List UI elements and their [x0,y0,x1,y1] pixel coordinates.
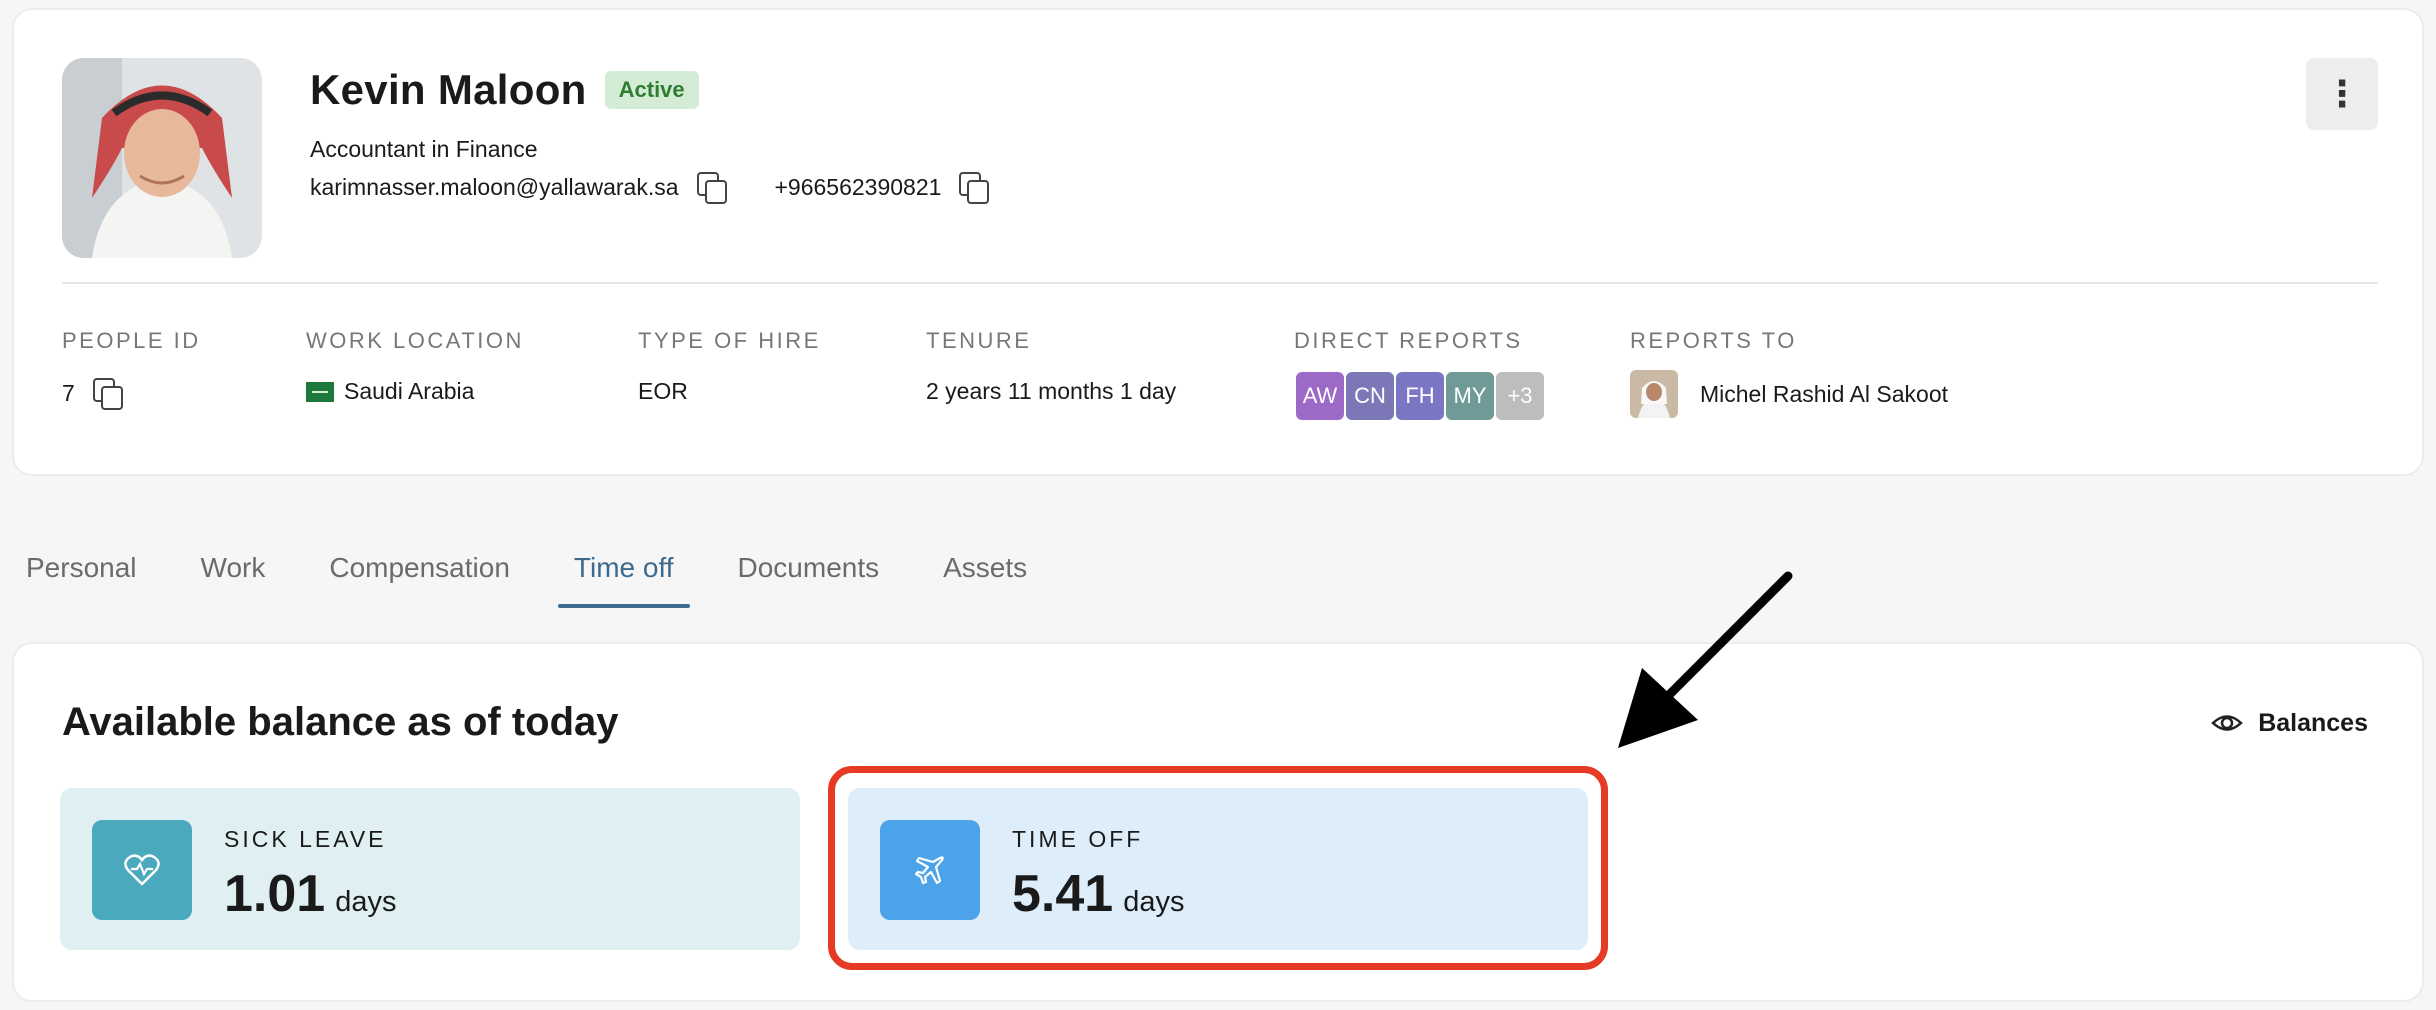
tab-documents[interactable]: Documents [738,548,880,608]
profile-photo [62,58,262,258]
sick-leave-unit: days [335,886,397,918]
direct-report-avatar[interactable]: AW [1294,370,1346,422]
highlight-box [828,766,1608,970]
profile-tabs: Personal Work Compensation Time off Document… [26,548,1091,608]
direct-report-avatar[interactable]: MY [1444,370,1496,422]
phone-text: +966562390821 [774,173,942,200]
copy-phone-icon[interactable] [959,172,990,204]
direct-reports-label: DIRECT REPORTS [1294,328,1523,353]
reports-to-field: REPORTS TO Michel Rashid Al Sakoot [1630,328,1948,418]
sick-leave-card[interactable]: SICK LEAVE 1.01 days [60,788,800,950]
copy-email-icon[interactable] [696,172,727,204]
tenure-value: 2 years 11 months 1 day [926,378,1177,404]
tenure-field: TENURE 2 years 11 months 1 day [926,328,1176,405]
direct-report-avatar[interactable]: CN [1344,370,1396,422]
direct-reports-field: DIRECT REPORTS AW CN FH MY +3 [1294,328,1546,422]
work-location-label: WORK LOCATION [306,328,524,353]
employee-profile-card: Kevin Maloon Active Accountant in Financ… [12,8,2424,476]
tab-time-off[interactable]: Time off [557,548,690,608]
balances-toggle-label: Balances [2258,708,2368,737]
status-badge: Active [604,71,699,109]
sick-leave-type: SICK LEAVE [224,826,387,852]
tenure-label: TENURE [926,328,1032,353]
divider [62,282,2378,284]
email-text: karimnasser.maloon@yallawarak.sa [310,173,679,200]
eye-icon [2211,715,2244,731]
people-id-value: 7 [62,379,75,406]
type-of-hire-value: EOR [638,378,688,404]
sick-leave-icon-box [92,820,192,920]
more-options-button[interactable]: ⋮ [2306,58,2378,130]
employee-name: Kevin Maloon [310,66,587,113]
direct-report-avatar[interactable]: +3 [1494,370,1546,422]
profile-photo-image [62,58,262,258]
work-location-value: Saudi Arabia [344,378,475,404]
balances-toggle-button[interactable]: Balances [2210,706,2368,740]
tab-work[interactable]: Work [201,548,266,608]
balance-title: Available balance as of today [62,700,619,744]
people-id-field: PEOPLE ID 7 [62,328,201,410]
manager-avatar[interactable] [1630,370,1678,418]
tab-personal[interactable]: Personal [26,548,137,608]
reports-to-name[interactable]: Michel Rashid Al Sakoot [1700,381,1948,408]
pointer-arrow [1618,571,1793,748]
people-id-label: PEOPLE ID [62,328,201,353]
type-of-hire-label: TYPE OF HIRE [638,328,821,353]
heart-pulse-icon [124,854,160,886]
tab-assets[interactable]: Assets [943,548,1027,608]
job-title: Accountant in Finance [310,136,538,162]
vertical-dots-icon: ⋮ [2324,73,2360,114]
saudi-flag-icon [306,381,334,402]
reports-to-label: REPORTS TO [1630,328,1797,353]
copy-people-id-icon[interactable] [92,378,123,410]
manager-avatar-image [1630,370,1678,418]
sick-leave-amount: 1.01 [224,865,326,923]
type-of-hire-field: TYPE OF HIRE EOR [638,328,821,405]
work-location-field: WORK LOCATION Saudi Arabia [306,328,524,405]
direct-report-avatar[interactable]: FH [1394,370,1446,422]
tab-compensation[interactable]: Compensation [329,548,510,608]
direct-reports-avatars: AW CN FH MY +3 [1294,370,1546,422]
